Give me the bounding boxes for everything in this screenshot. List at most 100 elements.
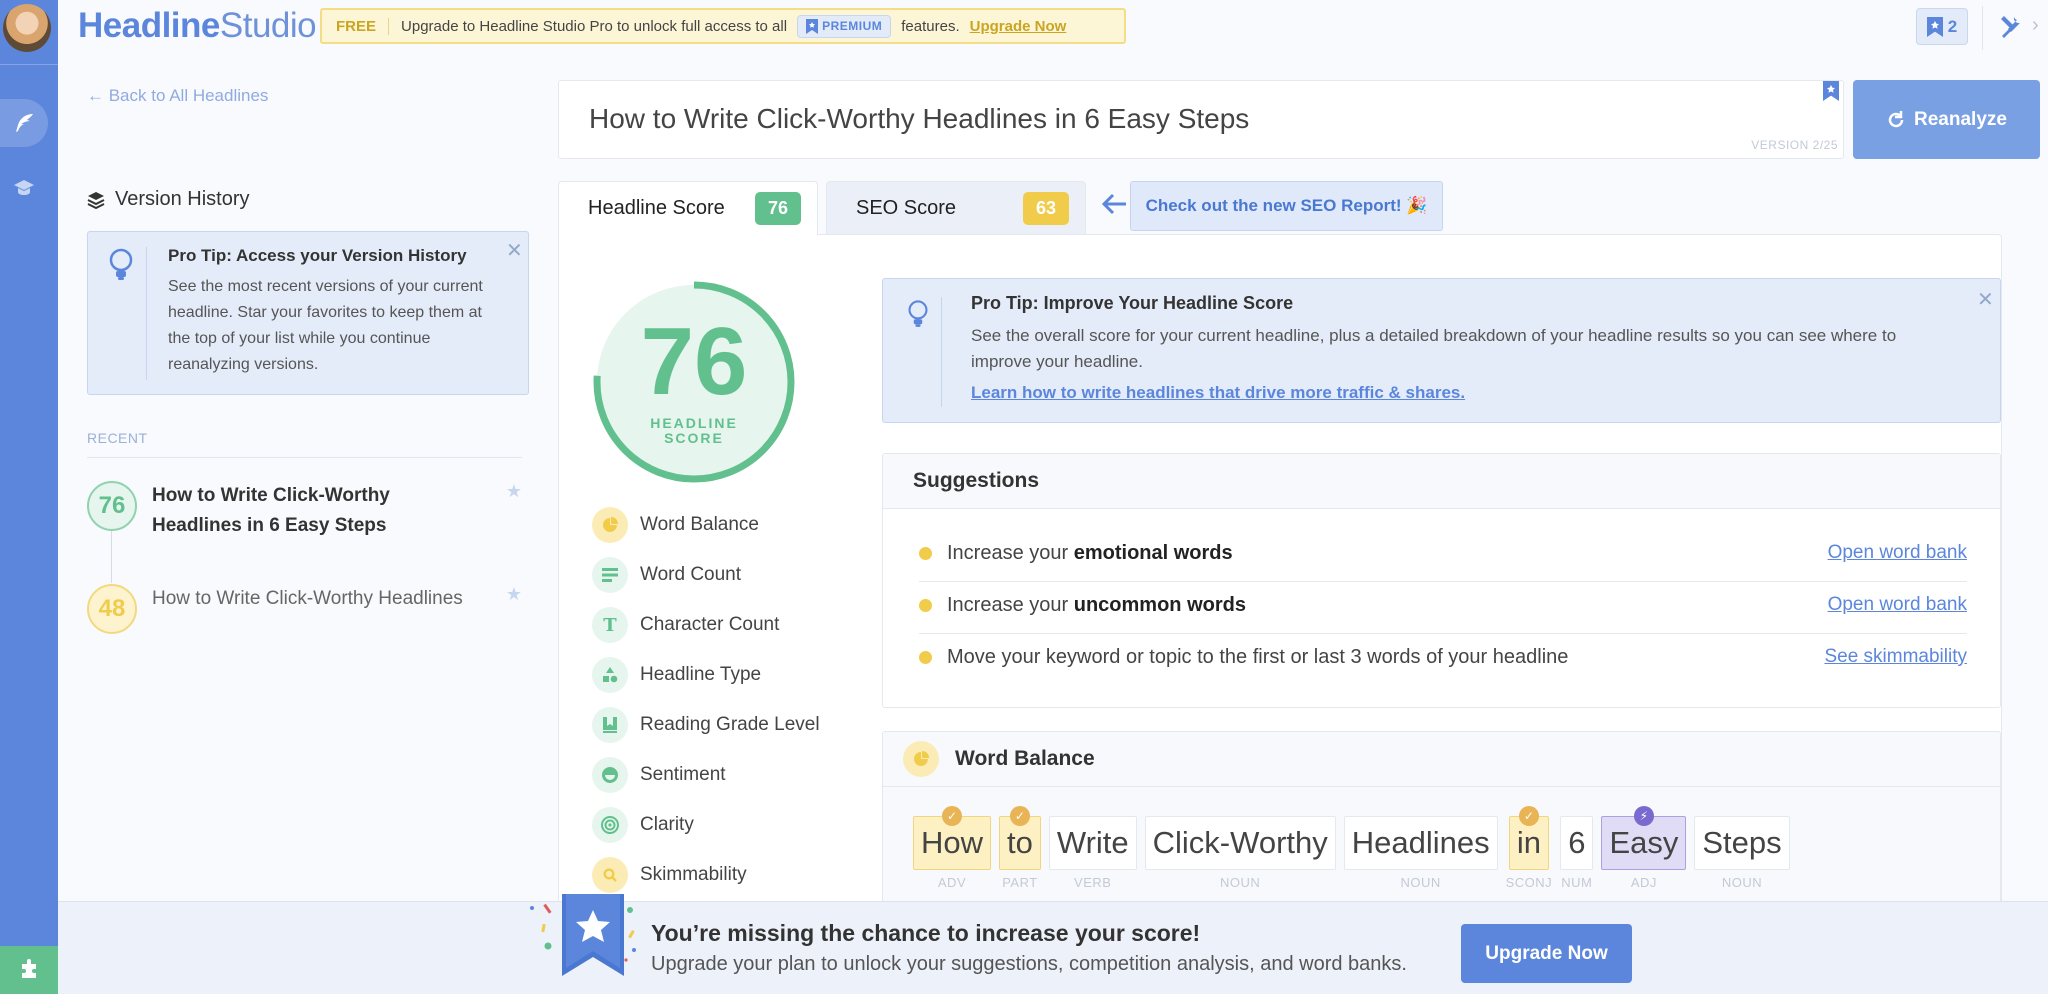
- word-token[interactable]: Click-Worthy NOUN: [1144, 816, 1336, 890]
- word-token[interactable]: Headlines NOUN: [1343, 816, 1498, 890]
- word-balance-title: Word Balance: [955, 747, 1095, 770]
- header-divider: [1982, 6, 1983, 50]
- word-token[interactable]: Steps NOUN: [1694, 816, 1790, 890]
- pro-tip-body: See the overall score for your current h…: [971, 326, 1897, 371]
- user-avatar[interactable]: [3, 4, 51, 52]
- search-icon: [592, 857, 628, 893]
- promo-text: Upgrade to Headline Studio Pro to unlock…: [401, 17, 788, 35]
- lightning-badge-icon: ⚡: [1633, 806, 1654, 826]
- upgrade-now-button[interactable]: Upgrade Now: [1461, 924, 1632, 983]
- metric-headline-type[interactable]: Headline Type: [592, 656, 852, 694]
- saved-count: 2: [1947, 16, 1958, 36]
- plan-badge: FREE: [336, 17, 390, 35]
- lightbulb-icon: [109, 248, 133, 280]
- word-token[interactable]: ✓ in SCONJ: [1505, 806, 1553, 890]
- recent-divider: [87, 457, 522, 458]
- pro-tip-title: Pro Tip: Improve Your Headline Score: [971, 293, 1294, 313]
- part-of-speech-label: ADJ: [1630, 875, 1657, 890]
- suggestions-title: Suggestions: [883, 454, 2000, 509]
- nav-headlines[interactable]: [0, 99, 48, 147]
- learn-more-link[interactable]: Learn how to write headlines that drive …: [971, 383, 1465, 403]
- upgrade-footer: You’re missing the chance to increase yo…: [58, 894, 2048, 994]
- metric-label: Reading Grade Level: [640, 714, 820, 735]
- award-ribbon-icon: [530, 894, 636, 976]
- suggestions-card: Suggestions Increase your emotional word…: [882, 453, 2001, 708]
- gauge-label: HEADLINE SCORE: [590, 416, 798, 446]
- metric-clarity[interactable]: Clarity: [592, 806, 852, 844]
- promo-banner: FREE Upgrade to Headline Studio Pro to u…: [320, 8, 1126, 44]
- word-token[interactable]: ⚡ Easy ADJ: [1601, 806, 1687, 890]
- suggestion-text: Move your keyword or topic to the first …: [947, 645, 1569, 668]
- part-of-speech-label: ADV: [937, 875, 967, 890]
- target-icon: [592, 807, 628, 843]
- seo-report-callout[interactable]: Check out the new SEO Report! 🎉: [1130, 181, 1443, 231]
- tab-seo-score[interactable]: SEO Score 63: [826, 181, 1086, 234]
- metric-label: Skimmability: [640, 864, 747, 885]
- metric-label: Character Count: [640, 614, 780, 635]
- headline-input[interactable]: How to Write Click-Worthy Headlines in 6…: [558, 80, 1844, 159]
- rail-divider: [0, 64, 58, 65]
- word-text: Click-Worthy: [1144, 816, 1336, 870]
- part-of-speech-label: VERB: [1074, 875, 1112, 890]
- pro-tip-version-history: Pro Tip: Access your Version History See…: [87, 231, 529, 395]
- reanalyze-button[interactable]: Reanalyze: [1853, 80, 2040, 159]
- metric-word-balance[interactable]: Word Balance: [592, 506, 852, 544]
- chevron-right-icon[interactable]: ›: [2032, 14, 2039, 37]
- metric-skimmability[interactable]: Skimmability: [592, 856, 852, 894]
- open-word-bank-link[interactable]: Open word bank: [1828, 542, 1967, 564]
- star-icon[interactable]: ★: [506, 481, 522, 502]
- suggestion-row: Move your keyword or topic to the first …: [919, 631, 1967, 683]
- suggestion-text: Increase your uncommon words: [947, 594, 1246, 617]
- puzzle-icon: [22, 959, 36, 978]
- app-logo[interactable]: HeadlineStudio: [78, 6, 317, 46]
- tools-button[interactable]: [1996, 12, 2026, 42]
- gauge-label-line1: HEADLINE: [650, 415, 738, 431]
- part-of-speech-label: SCONJ: [1505, 875, 1553, 890]
- metric-character-count[interactable]: T Character Count: [592, 606, 852, 644]
- nav-learn[interactable]: [0, 170, 48, 206]
- lightbulb-icon: [908, 300, 928, 327]
- close-icon[interactable]: ✕: [1977, 287, 1994, 312]
- pie-chart-icon: [903, 741, 939, 777]
- extensions-button[interactable]: [0, 946, 58, 994]
- word-token[interactable]: ✓ to PART: [999, 806, 1041, 890]
- check-badge-icon: ✓: [1009, 806, 1030, 826]
- version-history-title: Version History: [87, 188, 250, 211]
- word-balance-header: Word Balance: [883, 732, 2000, 787]
- suggestion-text: Increase your emotional words: [947, 542, 1233, 565]
- pro-tip-title: Pro Tip: Access your Version History: [168, 246, 467, 265]
- saved-headlines-button[interactable]: 2: [1916, 8, 1968, 45]
- metric-word-count[interactable]: Word Count: [592, 556, 852, 594]
- open-word-bank-link[interactable]: Open word bank: [1828, 594, 1967, 616]
- tab-headline-score[interactable]: Headline Score 76: [558, 181, 818, 235]
- word-text: Headlines: [1343, 816, 1498, 870]
- metric-label: Sentiment: [640, 764, 726, 785]
- word-token[interactable]: Write VERB: [1048, 816, 1137, 890]
- word-token[interactable]: 6 NUM: [1560, 816, 1594, 890]
- suggestion-prefix: Increase your: [947, 541, 1074, 564]
- warning-dot-icon: [919, 598, 932, 612]
- footer-subtitle: Upgrade your plan to unlock your suggest…: [651, 953, 1407, 975]
- headline-text[interactable]: How to Write Click-Worthy Headlines in 6…: [589, 103, 1249, 135]
- word-text: Steps: [1694, 816, 1790, 870]
- metric-sentiment[interactable]: Sentiment: [592, 756, 852, 794]
- promo-text-after: features.: [901, 17, 960, 35]
- metric-reading-grade-level[interactable]: Reading Grade Level: [592, 706, 852, 744]
- metric-label: Word Count: [640, 564, 742, 585]
- arrow-left-icon: [1101, 193, 1126, 215]
- bookmark-star-icon[interactable]: [1823, 81, 1839, 101]
- promo-upgrade-link[interactable]: Upgrade Now: [970, 18, 1067, 35]
- suggestion-emphasis: uncommon words: [1073, 593, 1246, 616]
- back-to-all-headlines-link[interactable]: ← Back to All Headlines: [87, 86, 268, 106]
- pro-tip-body: See the most recent versions of your cur…: [168, 278, 483, 373]
- word-token[interactable]: ✓ How ADV: [913, 806, 992, 890]
- suggestion-emphasis: emotional words: [1073, 541, 1233, 564]
- star-icon[interactable]: ★: [506, 584, 522, 605]
- see-skimmability-link[interactable]: See skimmability: [1824, 646, 1967, 668]
- logo-bold: Headline: [78, 6, 220, 45]
- bookmark-star-icon: [806, 18, 819, 34]
- suggestion-prefix: Increase your: [947, 593, 1074, 616]
- check-badge-icon: ✓: [942, 806, 962, 826]
- close-icon[interactable]: ✕: [506, 238, 523, 263]
- refresh-icon: [1888, 110, 1904, 127]
